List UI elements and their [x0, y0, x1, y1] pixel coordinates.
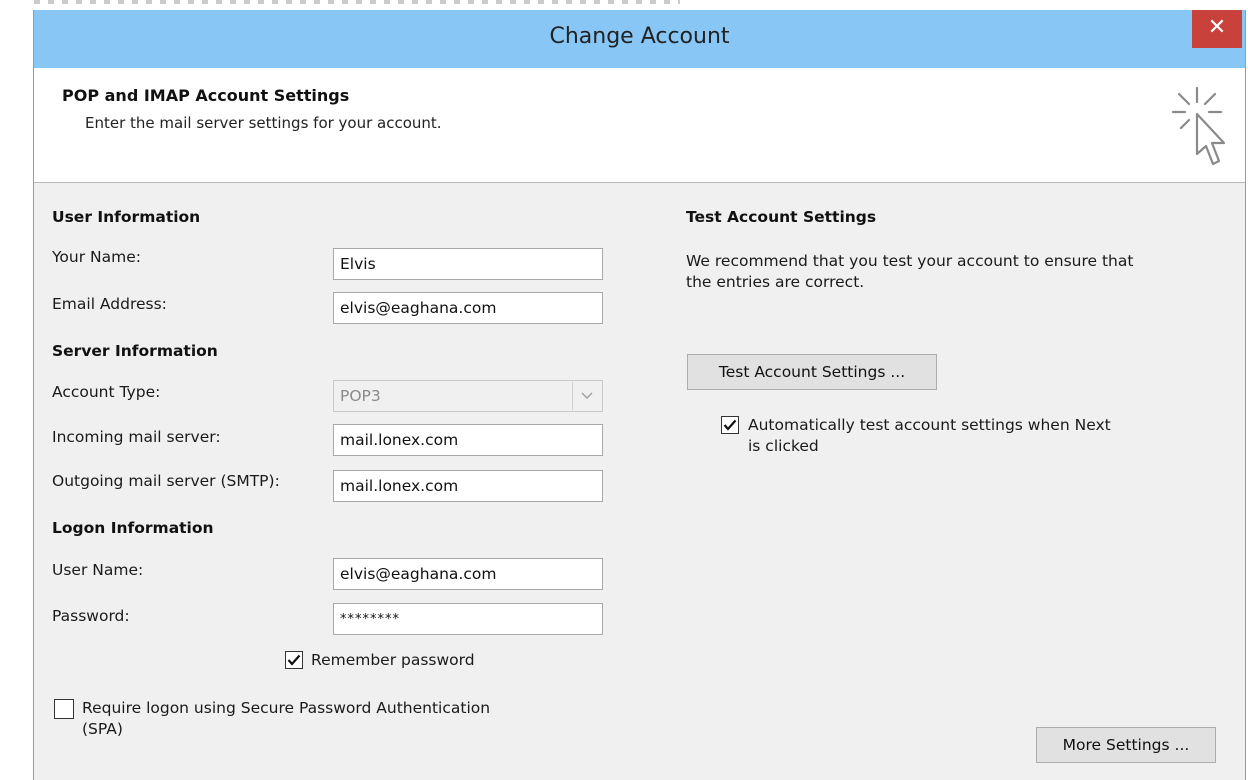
email-address-input[interactable]	[333, 292, 603, 324]
user-name-label: User Name:	[52, 561, 144, 579]
test-description-line2: the entries are correct.	[686, 273, 865, 291]
checkmark-icon	[287, 654, 301, 666]
more-settings-button[interactable]: More Settings ...	[1036, 727, 1216, 763]
close-icon: ✕	[1207, 15, 1227, 40]
wizard-cursor-icon	[1171, 86, 1226, 166]
test-description: We recommend that you test your account …	[686, 251, 1133, 293]
incoming-server-input[interactable]	[333, 424, 603, 456]
remember-password-checkbox[interactable]	[285, 651, 303, 669]
dialog-header: POP and IMAP Account Settings Enter the …	[34, 68, 1245, 183]
user-information-heading: User Information	[52, 208, 201, 226]
account-type-value: POP3	[340, 387, 381, 405]
account-type-label: Account Type:	[52, 383, 161, 401]
test-description-line1: We recommend that you test your account …	[686, 252, 1134, 270]
auto-test-checkbox[interactable]	[721, 416, 739, 434]
spa-label-line1: Require logon using Secure Password Auth…	[82, 699, 491, 717]
close-button[interactable]: ✕	[1192, 10, 1242, 48]
background-window-strip	[0, 0, 1248, 10]
test-account-settings-heading: Test Account Settings	[686, 208, 877, 226]
auto-test-label-line2: is clicked	[748, 437, 819, 455]
your-name-input[interactable]	[333, 248, 603, 280]
title-bar: Change Account ✕	[34, 10, 1245, 68]
checkmark-icon	[723, 419, 737, 431]
page-subtitle: Enter the mail server settings for your …	[85, 114, 442, 132]
spa-label-line2: (SPA)	[82, 720, 123, 738]
your-name-label: Your Name:	[52, 248, 141, 266]
user-name-input[interactable]	[333, 558, 603, 590]
test-account-settings-button[interactable]: Test Account Settings ...	[687, 354, 937, 390]
auto-test-label-line1: Automatically test account settings when…	[748, 416, 1111, 434]
window-title: Change Account	[549, 24, 730, 49]
page-title: POP and IMAP Account Settings	[62, 86, 350, 105]
outgoing-server-label: Outgoing mail server (SMTP):	[52, 472, 280, 490]
remember-password-label: Remember password	[311, 651, 475, 669]
outgoing-server-input[interactable]	[333, 470, 603, 502]
server-information-heading: Server Information	[52, 342, 218, 360]
account-type-select[interactable]: POP3	[333, 380, 603, 412]
incoming-server-label: Incoming mail server:	[52, 428, 221, 446]
background-window-left	[0, 0, 33, 780]
chevron-down-icon	[572, 382, 601, 410]
logon-information-heading: Logon Information	[52, 519, 214, 537]
spa-label: Require logon using Secure Password Auth…	[82, 698, 490, 740]
auto-test-label: Automatically test account settings when…	[748, 415, 1111, 457]
email-address-label: Email Address:	[52, 295, 167, 313]
spa-checkbox[interactable]	[54, 699, 74, 719]
password-input[interactable]	[333, 603, 603, 635]
change-account-dialog: Change Account ✕ POP and IMAP Account Se…	[33, 10, 1246, 780]
password-label: Password:	[52, 607, 130, 625]
